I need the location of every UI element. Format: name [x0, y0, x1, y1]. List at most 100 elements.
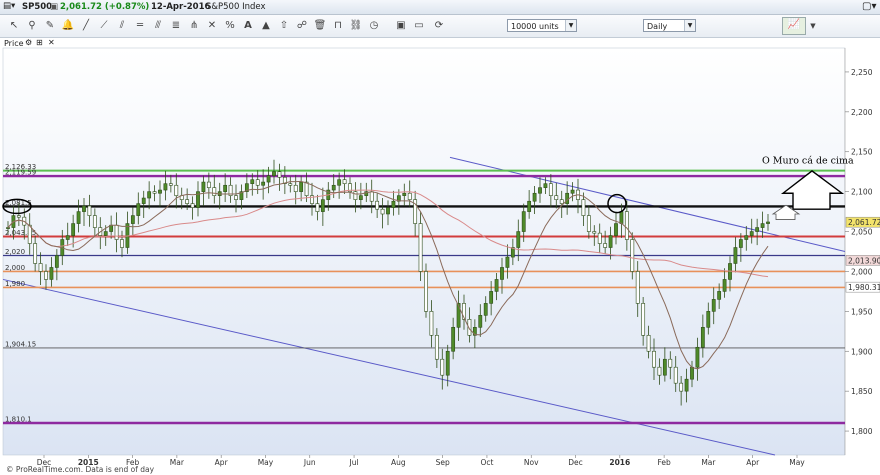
y-tick-label: 2,100 [851, 188, 873, 197]
candle-body [538, 187, 542, 194]
candle-body [152, 191, 157, 194]
candle-body [603, 243, 608, 248]
candle-body [521, 211, 526, 232]
y-tick-label: 2,050 [851, 228, 873, 237]
level-label: 1,810.1 [5, 415, 32, 423]
level-label: 1,980 [5, 280, 25, 288]
candle-body [87, 205, 92, 216]
candle-body [315, 203, 320, 212]
candle-body [755, 227, 760, 232]
candle-body [592, 231, 597, 234]
candle-body [234, 195, 238, 200]
candle-body [168, 183, 173, 186]
candle-body [494, 279, 499, 292]
x-tick-label: Jul [349, 458, 359, 467]
candle-body [266, 175, 271, 183]
candle-body [630, 239, 635, 272]
candle-body [434, 334, 439, 360]
candle-body [706, 311, 711, 328]
candle-body [565, 192, 570, 204]
candle-body [331, 184, 336, 191]
candle-body [505, 256, 510, 268]
candle-body [483, 303, 488, 316]
candle-body [543, 183, 548, 188]
candle-body [212, 187, 217, 196]
candle-body [749, 231, 754, 236]
candle-body [570, 189, 575, 194]
footer-text: © ProRealTime.com. Data is end of day [6, 465, 155, 474]
candle-body [120, 239, 124, 248]
candle-body [418, 223, 423, 272]
x-tick-label: Dec [568, 458, 583, 467]
candle-body [206, 181, 211, 188]
candle-body [662, 358, 667, 376]
candle-body [272, 171, 276, 176]
level-label: 1,904.15 [5, 340, 36, 348]
candle-body [358, 195, 363, 200]
candle-body [6, 227, 10, 229]
candle-body [516, 231, 521, 248]
candle-body [65, 235, 70, 240]
candle-body [261, 181, 266, 186]
chart-annotation: O Muro cá de cima [762, 156, 854, 167]
candle-body [299, 181, 304, 192]
x-tick-label: Mar [701, 458, 716, 467]
candle-body [277, 171, 282, 178]
candle-body [141, 197, 146, 204]
candle-body [652, 350, 656, 368]
candle-body [293, 184, 298, 192]
candle-body [722, 279, 727, 292]
candle-body [337, 179, 342, 186]
candle-body [532, 192, 537, 202]
candle-body [353, 191, 358, 200]
candle-body [103, 231, 108, 236]
x-tick-label: Apr [746, 458, 760, 467]
candle-body [320, 199, 325, 212]
price-tag-label: 2,061.72 [848, 218, 880, 227]
candle-body [429, 311, 434, 336]
candle-body [250, 179, 255, 184]
candle-body [147, 191, 152, 199]
y-tick-label: 2,250 [851, 68, 873, 77]
candle-body [478, 315, 483, 328]
x-tick-label: Feb [657, 458, 671, 467]
x-tick-label: Nov [524, 458, 539, 467]
x-tick-label: Oct [480, 458, 493, 467]
candle-body [33, 243, 38, 264]
x-tick-label: Apr [215, 458, 229, 467]
plot-area [2, 47, 846, 456]
candle-body [76, 211, 81, 224]
candle-body [451, 327, 456, 352]
x-tick-label: Jun [303, 458, 316, 467]
candle-body [402, 192, 407, 196]
candle-body [744, 235, 749, 240]
candle-body [71, 223, 76, 236]
x-tick-label: 2016 [609, 458, 630, 467]
y-tick-label: 2,200 [851, 108, 873, 117]
y-tick-label: 2,000 [851, 267, 873, 276]
candle-body [679, 382, 684, 392]
y-tick-label: 2,150 [851, 148, 873, 157]
candle-body [54, 255, 59, 268]
y-tick-label: 1,950 [851, 307, 873, 316]
candle-body [456, 303, 461, 328]
level-label: 2,119.59 [5, 169, 36, 177]
candle-body [586, 215, 591, 232]
level-label: 2,020 [5, 248, 25, 256]
candle-body [597, 232, 602, 244]
candle-body [668, 358, 673, 368]
candle-body [407, 192, 412, 200]
price-chart[interactable]: 2,250 2,200 2,150 2,100 2,050 2,000 1,950 1,900… [0, 0, 880, 475]
candle-body [16, 215, 21, 218]
candle-body [559, 199, 564, 204]
candle-body [608, 235, 613, 248]
candle-body [174, 184, 179, 196]
candle-body [136, 203, 141, 216]
candle-body [38, 263, 43, 272]
candle-body [288, 183, 293, 186]
candle-body [27, 224, 32, 244]
candle-body [445, 350, 450, 376]
candle-body [369, 191, 374, 202]
x-tick-label: May [258, 458, 274, 467]
candle-body [163, 183, 168, 191]
